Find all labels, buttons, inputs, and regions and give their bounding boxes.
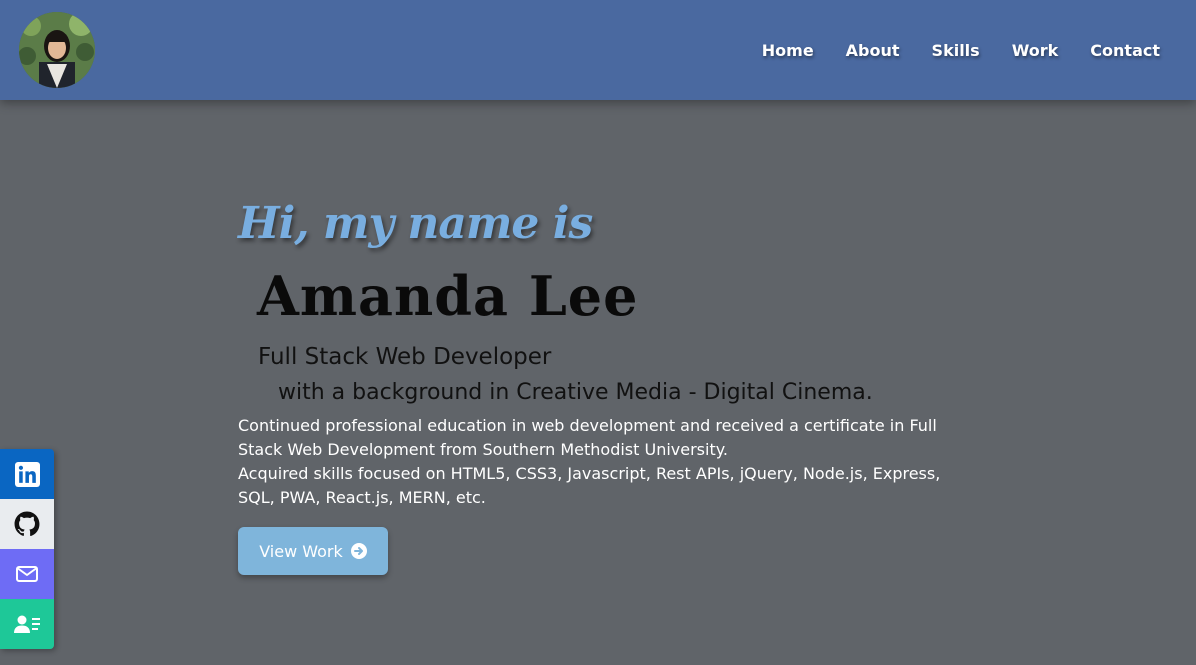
hero-role: Full Stack Web Developer (258, 344, 552, 370)
site-header: Home About Skills Work Contact (0, 0, 1196, 100)
hero-description: Continued professional education in web … (238, 414, 958, 510)
social-sidebar (0, 449, 54, 649)
hero-name: Amanda Lee (257, 264, 639, 328)
avatar-image (19, 12, 95, 88)
nav-work[interactable]: Work (1012, 41, 1059, 60)
description-line: Continued professional education in web … (238, 416, 937, 459)
avatar[interactable] (19, 12, 95, 88)
github-link[interactable] (0, 499, 54, 549)
hero-greeting: Hi, my name is (238, 198, 593, 249)
nav-home[interactable]: Home (762, 41, 814, 60)
nav-contact[interactable]: Contact (1090, 41, 1160, 60)
nav-skills[interactable]: Skills (932, 41, 980, 60)
resume-link[interactable] (0, 599, 54, 649)
view-work-label: View Work (259, 541, 343, 561)
hero-background: with a background in Creative Media - Di… (278, 380, 873, 405)
nav-about[interactable]: About (846, 41, 900, 60)
linkedin-link[interactable] (0, 449, 54, 499)
resume-icon (14, 615, 40, 633)
github-icon (14, 511, 40, 536)
email-icon (16, 566, 38, 582)
view-work-button[interactable]: View Work (238, 527, 388, 575)
main-nav: Home About Skills Work Contact (730, 0, 1196, 100)
arrow-circle-right-icon (350, 543, 367, 559)
linkedin-icon (14, 461, 40, 487)
email-link[interactable] (0, 549, 54, 599)
description-line: Acquired skills focused on HTML5, CSS3, … (238, 464, 941, 507)
